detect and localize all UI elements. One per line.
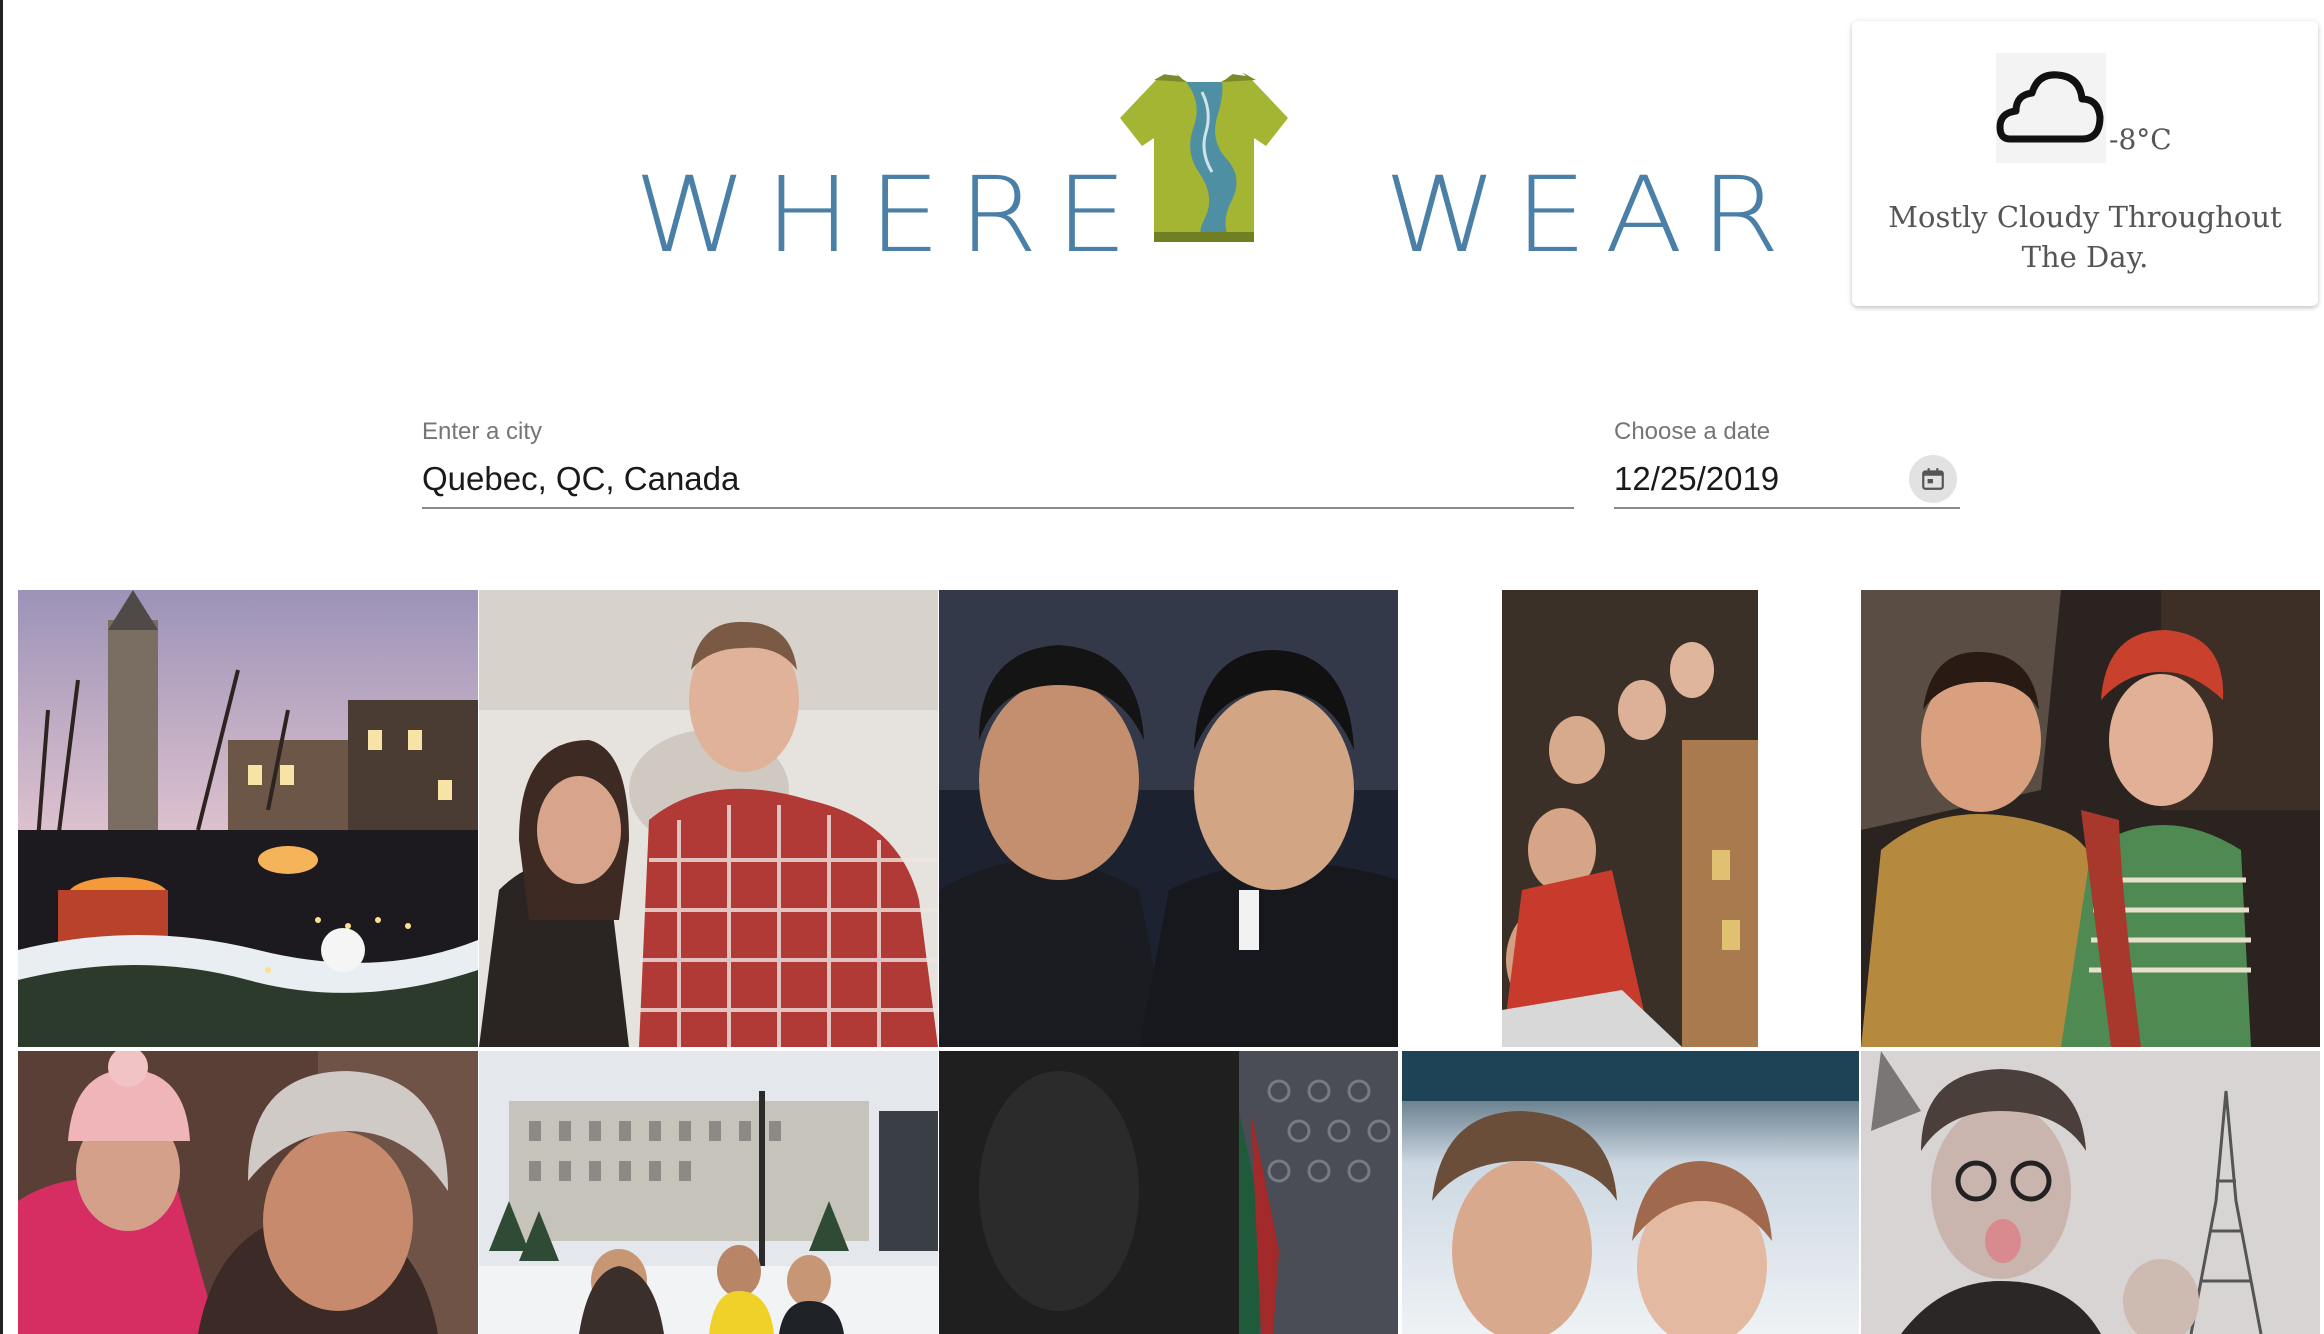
weather-card: -8°C Mostly Cloudy Throughout The Day. [1852,21,2318,306]
weather-temperature: -8°C [2109,123,2172,156]
photo-winter-market[interactable] [18,590,478,1047]
date-input-underline [1614,507,1960,509]
logo-text-wear: WEAR [1384,154,1798,276]
photo-couple-red-hat[interactable] [1861,590,2320,1047]
shirt-mountain-logo-icon [1120,72,1288,242]
photo-pink-hats-selfie[interactable] [18,1051,478,1334]
photo-dark-scarf[interactable] [939,1051,1398,1334]
city-input-underline [422,507,1574,509]
city-field-label: Enter a city [422,418,543,445]
date-field-label: Choose a date [1614,418,1771,445]
logo-text-where: WHERE [634,154,1146,276]
date-input[interactable]: 12/25/2019 [1614,460,1779,498]
window-edge [0,0,3,1334]
city-input[interactable]: Quebec, QC, Canada [422,460,739,498]
photo-bar-group-selfie[interactable] [1502,590,1758,1047]
photo-two-men-selfie[interactable] [939,590,1398,1047]
photo-fur-hat-selfie[interactable] [1402,1051,1859,1334]
calendar-icon [1922,468,1944,490]
photo-couple-plaid-shirt[interactable] [479,590,938,1047]
cloud-icon [1996,71,2104,143]
calendar-button[interactable] [1909,455,1957,503]
weather-icon-frame [1996,53,2106,163]
photo-snow-building-group[interactable] [479,1051,938,1334]
weather-summary: Mostly Cloudy Throughout The Day. [1888,200,2282,274]
photo-eiffel-tower-selfie[interactable] [1861,1051,2320,1334]
